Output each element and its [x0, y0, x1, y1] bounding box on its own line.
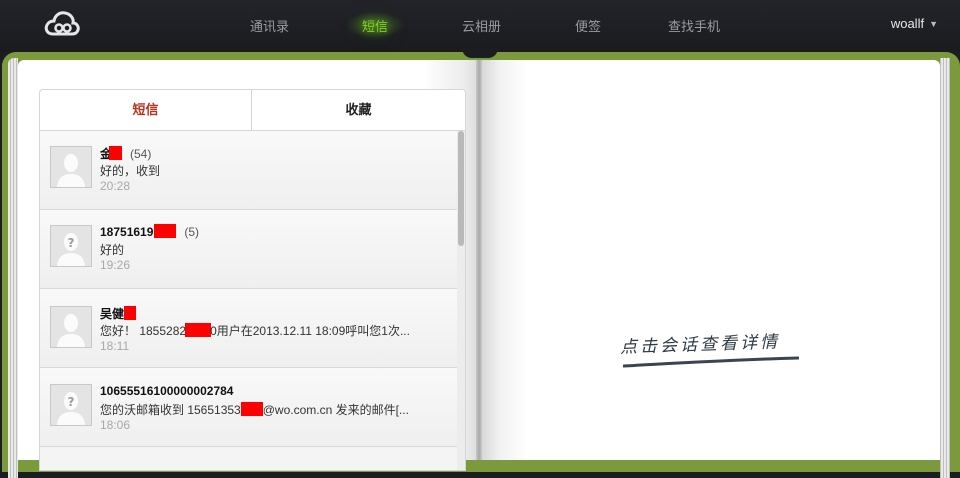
- message-count: (54): [130, 147, 152, 161]
- username: woallf: [890, 16, 925, 31]
- nav-find-phone[interactable]: 查找手机: [668, 16, 720, 35]
- redaction-mark: [240, 402, 263, 416]
- contact-name: 18751619: [100, 225, 154, 239]
- message-preview: 好的，收到: [100, 164, 161, 178]
- tab-favorites[interactable]: 收藏: [252, 90, 465, 130]
- redaction-mark: [124, 306, 137, 320]
- nav-notch: [462, 48, 498, 58]
- conversation-item[interactable]: ? 18751619 (5) 好的 19:26: [40, 210, 457, 289]
- page-stack-left: [8, 58, 18, 478]
- conversation-list: 金 (54) 好的，收到 20:28 ? 18751619 (5) 好的 19:26: [40, 131, 457, 470]
- person-icon: [50, 306, 92, 348]
- unknown-contact-icon: ?: [50, 384, 92, 426]
- message-panel: 短信 收藏 金 (54) 好的，收到 20:28 ? 18751619 (5) …: [39, 89, 466, 471]
- tab-bar: 短信 收藏: [40, 90, 465, 131]
- message-preview: 您好！ 1855282 0用户在2013.12.11 18:09呼叫您1次...: [100, 323, 410, 338]
- redaction-mark: [109, 146, 123, 160]
- nav-sms[interactable]: 短信: [362, 16, 388, 35]
- svg-text:?: ?: [68, 395, 75, 409]
- scrollbar[interactable]: [457, 131, 465, 470]
- redaction-mark: [185, 323, 212, 337]
- user-menu[interactable]: woallf ▼: [891, 16, 938, 31]
- redaction-mark: [154, 224, 177, 238]
- message-time: 18:06: [100, 418, 131, 432]
- underline-stroke: [623, 356, 799, 368]
- message-preview: 好的: [100, 243, 125, 257]
- message-time: 20:28: [100, 179, 131, 193]
- person-icon: [50, 146, 92, 188]
- right-page: [481, 60, 940, 460]
- nav-contacts[interactable]: 通讯录: [250, 16, 289, 35]
- unknown-contact-icon: ?: [50, 225, 92, 267]
- top-nav-bar: 通讯录 短信 云相册 便签 查找手机 woallf ▼: [0, 0, 960, 52]
- nav-cloud-album[interactable]: 云相册: [462, 16, 501, 35]
- scrollbar-thumb[interactable]: [458, 131, 464, 246]
- cloud-logo-icon[interactable]: [44, 10, 80, 36]
- tab-sms[interactable]: 短信: [40, 90, 252, 130]
- notebook-binding: [476, 60, 482, 460]
- empty-state-hint: 点击会话查看详情: [619, 330, 799, 368]
- caret-down-icon: ▼: [929, 19, 938, 29]
- contact-name: 吴健: [100, 307, 125, 321]
- conversation-item[interactable]: 吴健 您好！ 1855282 0用户在2013.12.11 18:09呼叫您1次.…: [40, 289, 457, 368]
- message-count: (5): [184, 225, 200, 239]
- hint-text: 点击会话查看详情: [619, 332, 781, 358]
- contact-name: 10655516100000002784: [100, 384, 234, 398]
- conversation-item[interactable]: 金 (54) 好的，收到 20:28: [40, 131, 457, 210]
- conversation-item[interactable]: ? 10655516100000002784 您的沃邮箱收到 15651353 @…: [40, 368, 457, 447]
- svg-text:?: ?: [68, 236, 75, 250]
- message-time: 19:26: [100, 258, 131, 272]
- message-time: 18:11: [100, 339, 130, 353]
- message-preview: 您的沃邮箱收到 15651353 @wo.com.cn 发来的邮件[...: [100, 402, 409, 417]
- page-stack-right: [940, 58, 950, 478]
- nav-notes[interactable]: 便签: [575, 16, 601, 35]
